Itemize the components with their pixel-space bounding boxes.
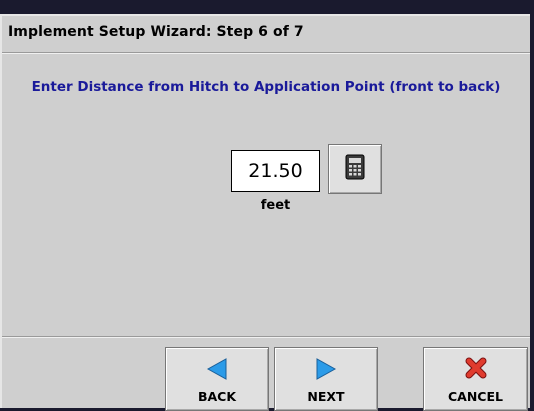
x-icon <box>424 357 527 379</box>
calculator-button[interactable] <box>328 144 382 194</box>
triangle-left-icon <box>166 357 268 381</box>
triangle-right-icon <box>275 357 377 381</box>
wizard-window: Implement Setup Wizard: Step 6 of 7 Ente… <box>0 14 530 411</box>
footer-divider <box>2 336 530 338</box>
wizard-title: Implement Setup Wizard: Step 6 of 7 <box>8 24 304 40</box>
next-label: NEXT <box>307 389 345 404</box>
calculator-icon <box>345 154 365 184</box>
back-label: BACK <box>197 389 237 404</box>
distance-value: 21.50 <box>248 160 303 182</box>
title-divider <box>2 52 530 54</box>
distance-prompt: Enter Distance from Hitch to Application… <box>31 79 501 95</box>
unit-label: feet <box>260 198 291 213</box>
cancel-label: CANCEL <box>448 389 503 404</box>
next-button[interactable]: NEXT <box>274 347 378 411</box>
distance-value-field[interactable]: 21.50 <box>231 150 320 192</box>
back-button[interactable]: BACK <box>165 347 269 411</box>
cancel-button[interactable]: CANCEL <box>423 347 528 411</box>
